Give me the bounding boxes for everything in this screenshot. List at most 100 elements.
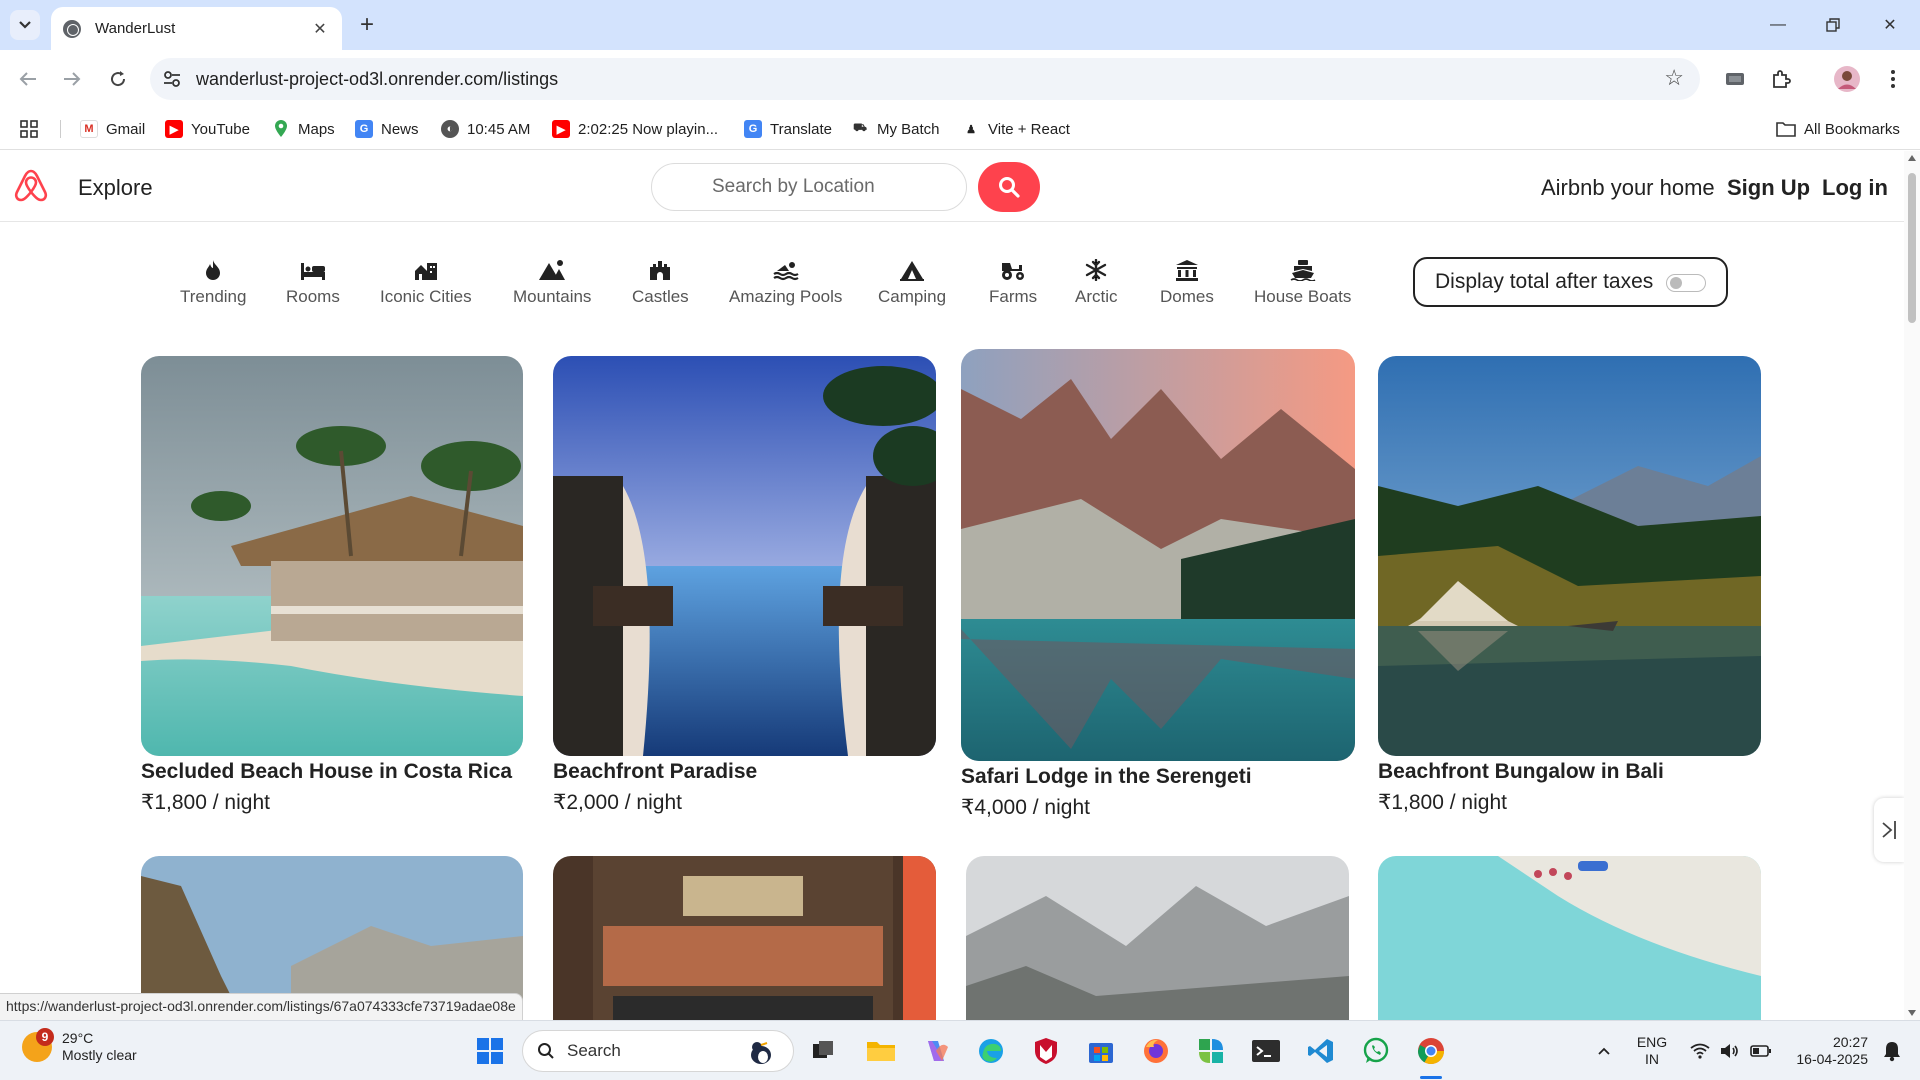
listing-card[interactable] (1378, 856, 1761, 1020)
listing-image[interactable] (1378, 856, 1761, 1020)
store-button[interactable] (1081, 1031, 1121, 1071)
explore-link[interactable]: Explore (78, 175, 153, 201)
filter-castles[interactable]: Castles (632, 257, 689, 307)
taskbar-search[interactable]: Search (522, 1030, 794, 1072)
bookmark-star-icon[interactable]: ☆ (1664, 65, 1684, 91)
notifications-button[interactable] (1872, 1031, 1912, 1071)
start-button[interactable] (470, 1031, 510, 1071)
listing-image[interactable] (141, 356, 523, 756)
profile-avatar[interactable] (1832, 64, 1862, 94)
bookmark-translate[interactable]: G Translate (744, 116, 832, 142)
browser-tab[interactable]: WanderLust ✕ (51, 7, 342, 50)
filter-trending[interactable]: Trending (180, 257, 246, 307)
address-bar[interactable]: wanderlust-project-od3l.onrender.com/lis… (150, 58, 1700, 100)
close-tab-icon[interactable]: ✕ (310, 19, 330, 39)
apps-button[interactable] (20, 116, 38, 142)
bookmark-youtube[interactable]: ▶ YouTube (165, 116, 250, 142)
bookmark-youtube-playing[interactable]: ▶ 2:02:25 Now playin... (552, 116, 718, 142)
tab-search-button[interactable] (10, 10, 40, 40)
listing-image[interactable] (961, 349, 1355, 761)
listing-image[interactable] (966, 856, 1349, 1020)
whatsapp-button[interactable] (1356, 1031, 1396, 1071)
listing-image[interactable] (553, 856, 936, 1020)
side-panel-handle[interactable] (1874, 798, 1904, 862)
listing-card[interactable] (966, 856, 1349, 1020)
bookmark-gmail[interactable]: M Gmail (80, 116, 145, 142)
language-indicator[interactable]: ENG IN (1632, 1034, 1672, 1068)
globe-icon (63, 19, 81, 38)
mcafee-button[interactable] (1026, 1031, 1066, 1071)
bookmark-my-batch[interactable]: ⛟ My Batch (851, 116, 940, 142)
scroll-down-icon[interactable] (1908, 1010, 1916, 1016)
cast-button[interactable] (1720, 64, 1750, 94)
filter-domes[interactable]: Domes (1160, 257, 1214, 307)
filter-mountains[interactable]: Mountains (513, 257, 591, 307)
app-button[interactable] (1191, 1031, 1231, 1071)
new-tab-button[interactable]: + (352, 10, 382, 40)
bookmark-maps[interactable]: Maps (272, 116, 335, 142)
airbnb-your-home-link[interactable]: Airbnb your home (1541, 175, 1715, 201)
filter-label: House Boats (1254, 287, 1352, 306)
reload-icon (111, 71, 126, 87)
sign-up-link[interactable]: Sign Up (1727, 175, 1810, 201)
task-view-button[interactable] (803, 1031, 843, 1071)
restore-button[interactable] (1818, 10, 1848, 40)
bookmark-label: News (381, 120, 419, 138)
log-in-link[interactable]: Log in (1822, 175, 1888, 201)
listing-image[interactable] (553, 356, 936, 756)
back-button[interactable] (13, 64, 43, 94)
listing-card[interactable]: Beachfront Paradise ₹2,000 / night (553, 356, 936, 815)
filter-label: Farms (989, 287, 1038, 306)
vscode-button[interactable] (1301, 1031, 1341, 1071)
tractor-icon (999, 257, 1027, 283)
filter-camping[interactable]: Camping (878, 257, 946, 307)
search-button[interactable] (978, 162, 1040, 212)
news-icon: G (355, 120, 373, 138)
terminal-button[interactable] (1246, 1031, 1286, 1071)
forward-button[interactable] (57, 64, 87, 94)
tax-switch[interactable] (1666, 274, 1706, 292)
copilot-button[interactable] (916, 1031, 956, 1071)
browser-menu-button[interactable] (1878, 64, 1908, 94)
filter-iconic-cities[interactable]: Iconic Cities (380, 257, 472, 307)
listing-image[interactable] (1378, 356, 1761, 756)
show-hidden-icons-button[interactable] (1584, 1031, 1624, 1071)
bookmark-time[interactable]: ◐ 10:45 AM (441, 116, 530, 142)
filter-farms[interactable]: Farms (989, 257, 1037, 307)
minimize-button[interactable]: — (1763, 10, 1793, 40)
filter-amazing-pools[interactable]: Amazing Pools (729, 257, 842, 307)
edge-button[interactable] (971, 1031, 1011, 1071)
filter-arctic[interactable]: Arctic (1075, 257, 1118, 307)
bookmark-label: 10:45 AM (467, 120, 531, 138)
listing-card[interactable]: Safari Lodge in the Serengeti ₹4,000 / n… (961, 349, 1355, 820)
filter-rooms[interactable]: Rooms (286, 257, 340, 307)
quick-settings-button[interactable] (1676, 1031, 1786, 1071)
airbnb-logo-icon[interactable] (14, 167, 48, 203)
reload-button[interactable] (103, 64, 133, 94)
tax-toggle[interactable]: Display total after taxes (1413, 257, 1728, 307)
bookmark-news[interactable]: G News (355, 116, 419, 142)
extensions-button[interactable] (1766, 64, 1796, 94)
site-settings-icon[interactable] (162, 69, 182, 89)
chrome-button[interactable] (1411, 1031, 1451, 1071)
bookmark-label: Maps (298, 120, 335, 138)
listing-card[interactable]: Secluded Beach House in Costa Rica ₹1,80… (141, 356, 523, 815)
file-explorer-button[interactable] (861, 1031, 901, 1071)
all-bookmarks-button[interactable]: All Bookmarks (1776, 116, 1900, 142)
maps-icon (272, 120, 290, 138)
clock-date: 16-04-2025 (1796, 1051, 1868, 1067)
clock[interactable]: 20:27 16-04-2025 (1782, 1034, 1868, 1068)
listing-card[interactable] (553, 856, 936, 1020)
bookmark-vite-react[interactable]: ♟ Vite + React (962, 116, 1070, 142)
location-search-input[interactable] (651, 163, 967, 211)
scroll-thumb[interactable] (1908, 173, 1916, 323)
scroll-up-icon[interactable] (1908, 155, 1916, 161)
page-scrollbar[interactable] (1904, 151, 1920, 1020)
filter-house-boats[interactable]: House Boats (1254, 257, 1351, 307)
close-window-button[interactable]: ✕ (1875, 10, 1905, 40)
notification-badge: 9 (36, 1028, 54, 1046)
listing-card[interactable]: Beachfront Bungalow in Bali ₹1,800 / nig… (1378, 356, 1761, 815)
weather-widget[interactable]: 9 29°C Mostly clear (22, 1028, 137, 1064)
firefox-button[interactable] (1136, 1031, 1176, 1071)
language-code: ENG (1636, 1034, 1668, 1050)
